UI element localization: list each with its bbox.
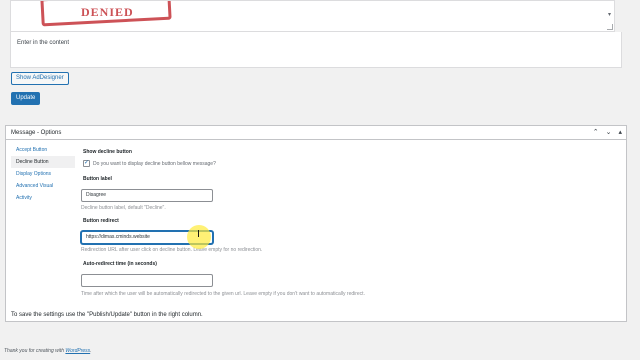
tab-advanced-visual[interactable]: Advanced Visual [11,180,75,192]
message-options-metabox: Message - Options ⌃ ⌄ ▴ Accept Button De… [5,125,627,322]
show-decline-checkbox-label: Do you want to display decline button be… [93,161,216,167]
button-label-hint: Decline button label, default "Decline". [81,205,166,211]
enter-content-hint: Enter in the content [17,40,70,46]
show-decline-title: Show decline button [83,149,132,155]
metabox-header: Message - Options ⌃ ⌄ ▴ [6,126,626,140]
tab-decline-button[interactable]: Decline Button [11,156,75,168]
options-tabs: Accept Button Decline Button Display Opt… [11,144,75,204]
scroll-down-icon[interactable]: ▾ [608,11,611,18]
metabox-title: Message - Options [11,130,62,136]
admin-footer: Thank you for creating with WordPress. [4,348,92,354]
chevron-down-icon[interactable]: ⌄ [606,128,612,136]
button-label-title: Button label [83,176,112,182]
auto-redirect-hint: Time after which the user will be automa… [81,291,365,297]
button-redirect-hint: Redirection URL after user click on decl… [81,247,263,253]
update-button[interactable]: Update [11,92,41,105]
tab-accept-button[interactable]: Accept Button [11,144,75,156]
show-addesigner-button[interactable]: Show AdDesigner [11,72,69,85]
chevron-up-icon[interactable]: ⌃ [593,128,599,136]
button-redirect-title: Button redirect [83,218,119,224]
content-panel [10,32,622,68]
auto-redirect-title: Auto-redirect time (in seconds) [83,261,157,267]
save-settings-note: To save the settings use the "Publish/Up… [11,312,203,318]
content-editor[interactable]: DENIED ▾ [10,0,615,32]
tab-activity[interactable]: Activity [11,192,75,204]
stamp-image-text: DENIED [81,5,134,19]
show-decline-checkbox[interactable]: ✓ [83,160,90,167]
wordpress-link[interactable]: WordPress [65,348,90,354]
footer-text: Thank you for creating with [4,348,66,354]
auto-redirect-input[interactable] [81,274,213,287]
resize-grip-icon[interactable] [607,24,613,30]
collapse-toggle-icon[interactable]: ▴ [618,128,622,136]
footer-suffix: . [90,348,92,354]
text-cursor-icon: I [197,229,200,240]
button-label-input[interactable]: Disagree [81,189,213,202]
tab-display-options[interactable]: Display Options [11,168,75,180]
